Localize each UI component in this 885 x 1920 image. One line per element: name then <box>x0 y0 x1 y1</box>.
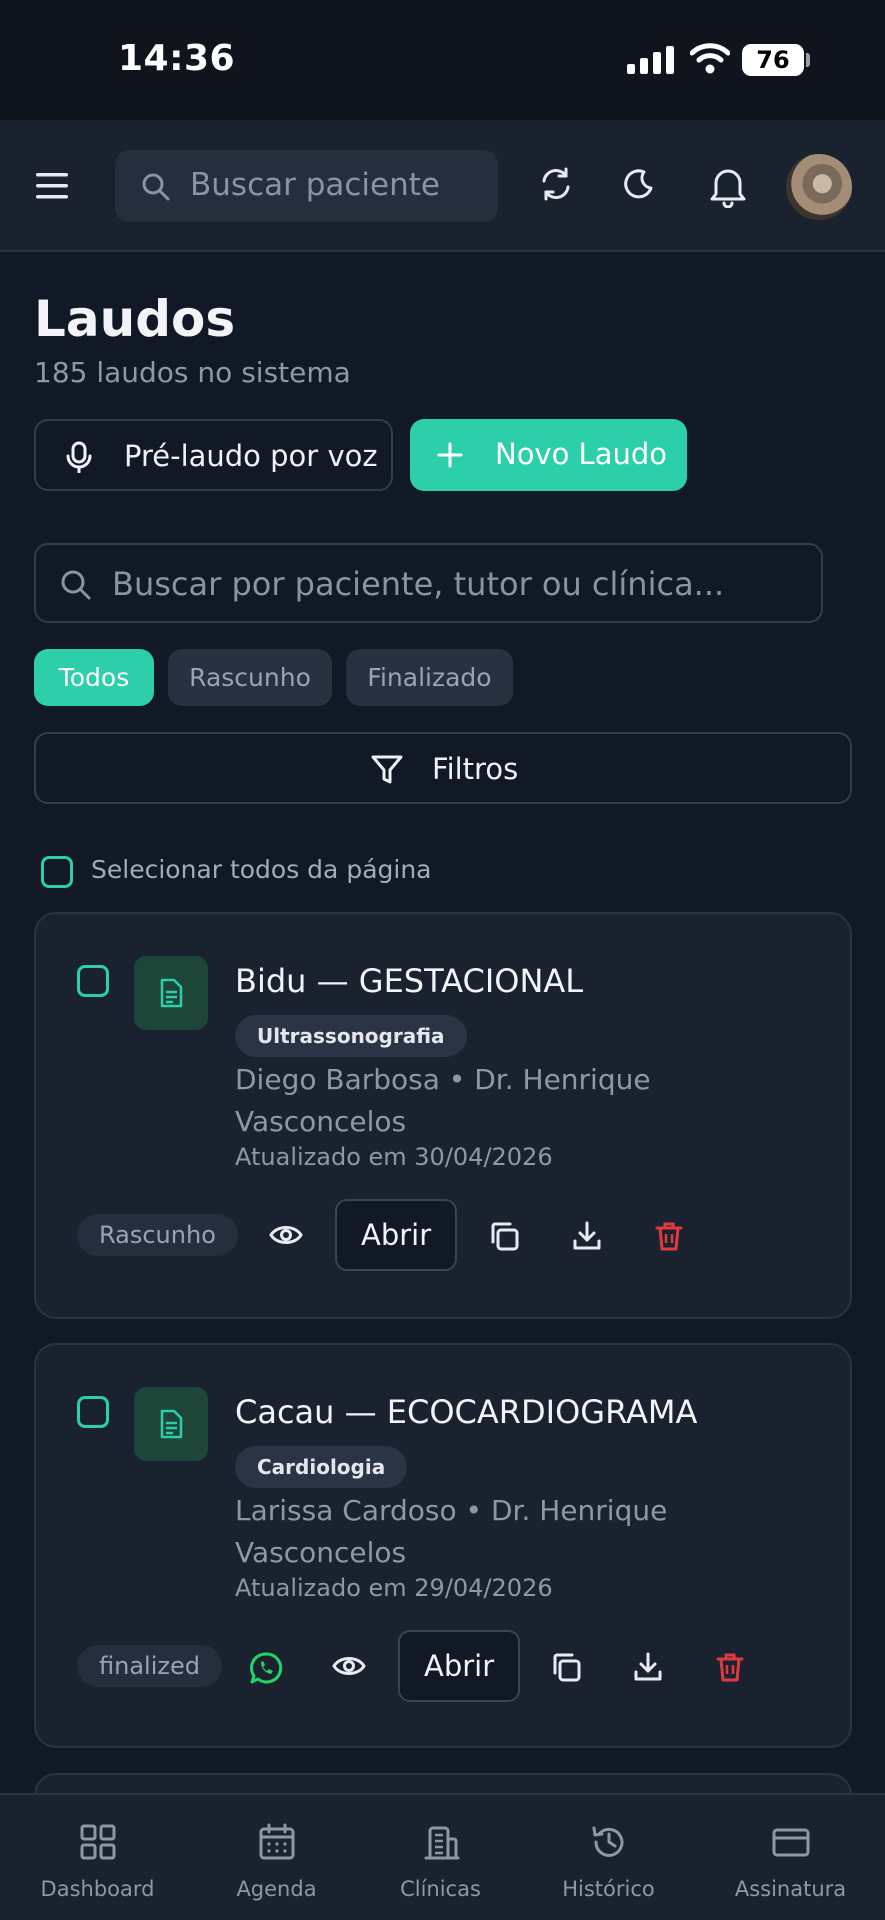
moon-icon[interactable] <box>622 168 654 200</box>
page-title: Laudos <box>34 290 236 348</box>
select-all-checkbox[interactable] <box>41 856 73 888</box>
nav-historico-label: Histórico <box>562 1877 655 1901</box>
dashboard-icon <box>80 1824 116 1860</box>
nav-dashboard[interactable]: Dashboard <box>9 1795 186 1920</box>
credit-card-icon <box>772 1828 810 1857</box>
report-checkbox[interactable] <box>77 965 109 997</box>
nav-agenda[interactable]: Agenda <box>188 1795 365 1920</box>
select-all-label: Selecionar todos da página <box>91 855 432 884</box>
report-meta: Larissa Cardoso • Dr. Henrique Vasconcel… <box>235 1494 668 1569</box>
header-search-input[interactable]: Buscar paciente <box>115 150 498 222</box>
report-card[interactable]: Cacau — ECOCARDIOGRAMA Cardiologia Laris… <box>34 1343 852 1748</box>
report-title: Cacau — ECOCARDIOGRAMA <box>235 1393 698 1431</box>
status-badge: finalized <box>77 1645 222 1687</box>
plus-icon <box>436 441 464 469</box>
wifi-icon <box>690 42 730 74</box>
document-icon <box>134 1387 208 1461</box>
nav-agenda-label: Agenda <box>236 1877 317 1901</box>
report-search-input[interactable]: Buscar por paciente, tutor ou clínica... <box>34 543 823 623</box>
select-all-row: Selecionar todos da página <box>41 855 432 888</box>
nav-assinatura-label: Assinatura <box>734 1877 847 1901</box>
open-report-button[interactable]: Abrir <box>398 1630 521 1702</box>
report-date: Atualizado em 29/04/2026 <box>235 1574 553 1602</box>
report-type-tag: Ultrassonografia <box>235 1015 467 1057</box>
trash-icon[interactable] <box>653 1220 685 1252</box>
refresh-icon[interactable] <box>538 166 574 202</box>
battery-indicator: 76 <box>742 44 804 76</box>
avatar[interactable] <box>786 154 852 220</box>
status-time: 14:36 <box>118 38 236 79</box>
whatsapp-icon[interactable] <box>249 1651 283 1685</box>
filters-button[interactable]: Filtros <box>34 732 852 804</box>
open-report-button[interactable]: Abrir <box>335 1199 458 1271</box>
download-icon[interactable] <box>571 1220 603 1252</box>
nav-historico[interactable]: Histórico <box>520 1795 697 1920</box>
new-report-label: Novo Laudo <box>495 437 668 471</box>
page-subtitle: 185 laudos no sistema <box>34 356 351 389</box>
filter-icon <box>370 754 404 786</box>
report-checkbox[interactable] <box>77 1396 109 1428</box>
signal-icon <box>627 46 675 74</box>
filters-label: Filtros <box>432 752 519 786</box>
report-type-tag: Cardiologia <box>235 1446 408 1488</box>
download-icon[interactable] <box>632 1651 664 1683</box>
bell-icon[interactable] <box>706 164 750 208</box>
chip-rascunho[interactable]: Rascunho <box>168 649 332 706</box>
copy-icon[interactable] <box>550 1651 582 1683</box>
voice-prereport-button[interactable]: Pré-laudo por voz <box>34 419 393 491</box>
copy-icon[interactable] <box>488 1220 520 1252</box>
bottom-nav: Dashboard Agenda Clínicas Histórico Assi… <box>0 1793 885 1920</box>
calendar-icon <box>259 1823 295 1860</box>
report-card[interactable]: Bidu — GESTACIONAL Ultrassonografia Dieg… <box>34 912 852 1319</box>
chip-todos[interactable]: Todos <box>34 649 154 706</box>
trash-icon[interactable] <box>714 1651 746 1683</box>
new-report-button[interactable]: Novo Laudo <box>410 419 687 491</box>
report-title: Bidu — GESTACIONAL <box>235 962 584 1000</box>
history-icon <box>592 1826 624 1857</box>
top-header: Buscar paciente <box>0 120 885 252</box>
nav-assinatura[interactable]: Assinatura <box>702 1795 879 1920</box>
eye-icon[interactable] <box>269 1220 303 1250</box>
nav-clinicas-label: Clínicas <box>400 1877 481 1901</box>
voice-prereport-label: Pré-laudo por voz <box>124 439 378 473</box>
search-icon <box>141 172 171 202</box>
status-bar: 14:36 76 <box>0 0 885 120</box>
search-icon <box>60 569 92 601</box>
menu-icon[interactable] <box>34 170 72 202</box>
eye-icon[interactable] <box>332 1651 366 1681</box>
document-icon <box>134 956 208 1030</box>
chip-finalizado[interactable]: Finalizado <box>346 649 513 706</box>
microphone-icon <box>64 441 94 473</box>
battery-tip <box>806 53 810 67</box>
building-icon <box>424 1826 460 1860</box>
report-date: Atualizado em 30/04/2026 <box>235 1143 553 1171</box>
report-search-placeholder: Buscar por paciente, tutor ou clínica... <box>112 565 725 603</box>
header-search-placeholder: Buscar paciente <box>190 167 440 203</box>
nav-dashboard-label: Dashboard <box>40 1877 155 1901</box>
report-meta: Diego Barbosa • Dr. Henrique Vasconcelos <box>235 1063 651 1138</box>
status-badge: Rascunho <box>77 1214 238 1256</box>
nav-clinicas[interactable]: Clínicas <box>352 1795 529 1920</box>
